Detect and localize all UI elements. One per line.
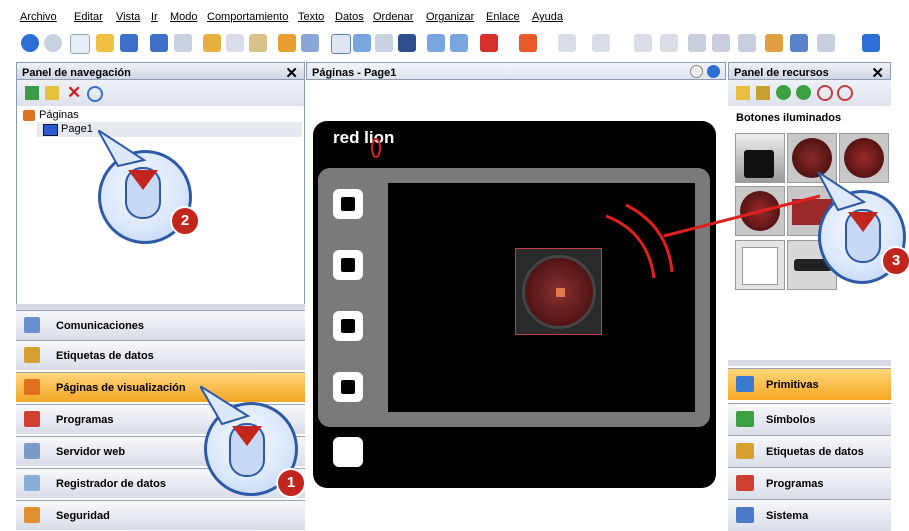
step-badge-1: 1	[276, 468, 306, 498]
drag-line	[663, 194, 821, 238]
logo-mark	[371, 138, 381, 158]
step-badge-3: 3	[881, 246, 909, 276]
motion-arc-1	[605, 214, 656, 279]
step-badge-2: 2	[170, 206, 200, 236]
drag-annotation	[371, 138, 821, 279]
